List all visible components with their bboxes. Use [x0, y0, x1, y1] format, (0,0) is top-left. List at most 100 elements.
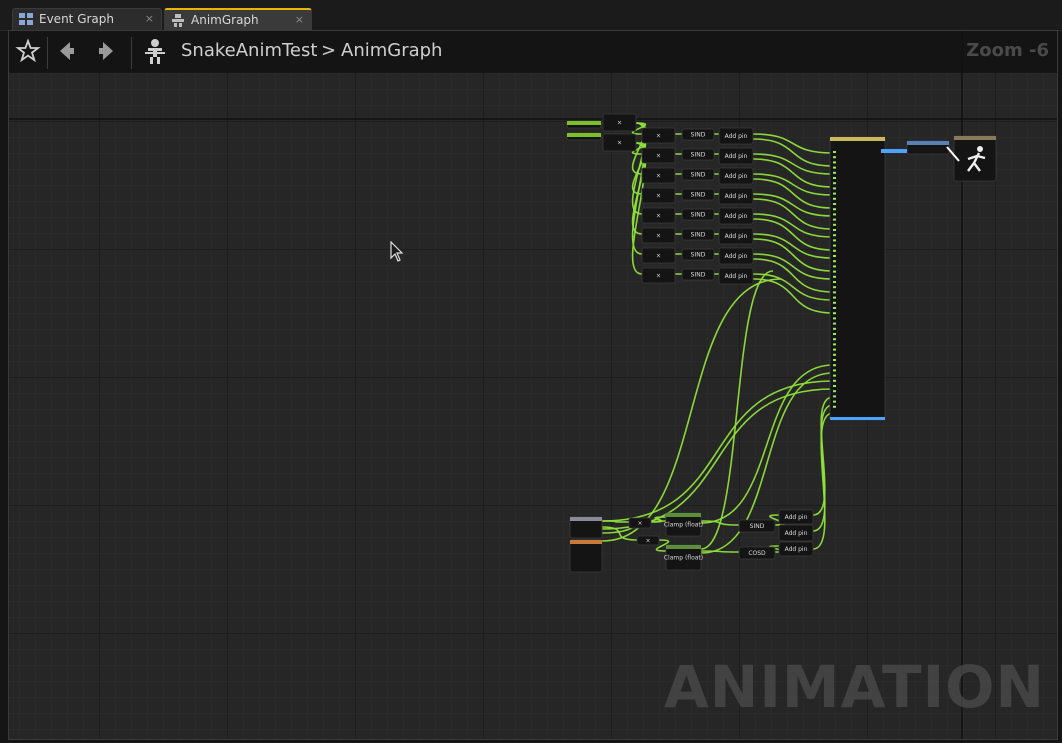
bone-blend-node[interactable] [829, 136, 886, 421]
sin-node[interactable]: SIND [738, 519, 776, 533]
input-pin[interactable] [833, 156, 836, 159]
input-pin[interactable] [833, 255, 836, 257]
add-pin-node[interactable]: Add pin [778, 541, 814, 557]
input-pin[interactable] [833, 208, 836, 211]
input-pin[interactable] [833, 223, 836, 226]
multiply-node[interactable]: × [641, 227, 676, 244]
input-pin[interactable] [833, 317, 836, 320]
graph-canvas[interactable]: × × × SIND Add pin × SIND Add pin × SIND Add pin × S… [9, 31, 1057, 739]
input-pin[interactable] [833, 353, 836, 356]
input-pin[interactable] [833, 234, 836, 237]
sin-node[interactable]: SIND [681, 128, 715, 141]
input-pin[interactable] [833, 171, 836, 174]
input-pin[interactable] [833, 338, 836, 341]
input-pin[interactable] [833, 218, 836, 221]
input-pin[interactable] [833, 286, 836, 289]
component-to-local-node[interactable] [906, 140, 950, 155]
multiply-node[interactable]: × [628, 517, 652, 529]
input-pin[interactable] [833, 379, 836, 382]
sin-node[interactable]: SIND [681, 148, 715, 161]
add-pin-node[interactable]: Add pin [718, 127, 754, 145]
pose-link[interactable] [881, 149, 907, 153]
close-icon[interactable]: × [295, 13, 304, 26]
clamp-node[interactable]: Clamp (float) [664, 544, 703, 571]
curve-input-node-body[interactable] [569, 539, 603, 573]
bone-blend-node-body[interactable] [829, 136, 886, 421]
breadcrumb-graph[interactable]: AnimGraph [341, 40, 442, 61]
component-to-local-node-header[interactable] [907, 141, 949, 145]
sin-node[interactable]: SIND [681, 188, 715, 201]
input-pin[interactable] [833, 312, 836, 315]
input-pin[interactable] [833, 333, 836, 335]
input-pin[interactable] [833, 395, 836, 398]
sin-node[interactable]: SIND [681, 208, 715, 221]
input-pin[interactable] [833, 249, 836, 252]
forward-arrow-icon[interactable] [93, 37, 121, 65]
input-pin[interactable] [833, 291, 836, 294]
add-pin-node[interactable]: Add pin [718, 167, 754, 185]
sin-node[interactable]: SIND [681, 228, 715, 241]
input-pin[interactable] [833, 281, 836, 283]
input-pin[interactable] [833, 270, 836, 273]
input-pin[interactable] [833, 364, 836, 367]
clamp-node[interactable]: Clamp (float) [664, 512, 703, 537]
add-pin-node[interactable]: Add pin [718, 187, 754, 205]
input-pin[interactable] [833, 343, 836, 346]
curve-input-node[interactable] [569, 516, 603, 539]
variable-node-header[interactable] [567, 121, 601, 125]
multiply-node[interactable]: × [641, 247, 676, 264]
multiply-node[interactable]: × [641, 147, 676, 164]
input-pin[interactable] [833, 213, 836, 216]
multiply-node[interactable]: × [641, 207, 676, 224]
input-pin[interactable] [833, 239, 836, 242]
add-pin-node[interactable]: Add pin [718, 267, 754, 285]
input-pin[interactable] [833, 182, 836, 185]
input-pin[interactable] [833, 301, 836, 304]
curve-input-node-header[interactable] [570, 540, 602, 544]
multiply-node[interactable]: × [641, 167, 676, 184]
input-pin[interactable] [833, 192, 836, 195]
input-pin[interactable] [833, 400, 836, 403]
multiply-node[interactable]: × [641, 127, 676, 144]
variable-node[interactable] [566, 132, 602, 141]
input-pin[interactable] [833, 369, 836, 372]
input-pin[interactable] [833, 374, 836, 377]
add-pin-node[interactable]: Add pin [778, 524, 814, 542]
curve-input-node[interactable] [569, 539, 603, 573]
input-pin[interactable] [833, 307, 836, 309]
cos-node[interactable]: COSD [738, 546, 776, 560]
input-pin[interactable] [833, 244, 836, 247]
add-pin-node[interactable]: Add pin [718, 207, 754, 225]
input-pin[interactable] [833, 348, 836, 351]
figure-head[interactable] [977, 146, 983, 152]
sin-node[interactable]: SIND [681, 268, 715, 281]
input-pin[interactable] [833, 405, 836, 408]
output-pose-node-header[interactable] [954, 136, 996, 140]
blend-footer[interactable] [830, 417, 885, 420]
tab-event-graph[interactable]: Event Graph × [12, 8, 162, 30]
input-pin[interactable] [833, 390, 836, 393]
input-pin[interactable] [833, 275, 836, 278]
input-pin[interactable] [833, 187, 836, 190]
input-pin[interactable] [833, 327, 836, 330]
input-pin[interactable] [833, 359, 836, 361]
input-pin[interactable] [833, 197, 836, 200]
clamp-node-header[interactable] [666, 545, 701, 549]
multiply-node[interactable]: × [636, 535, 660, 546]
breadcrumb-asset[interactable]: SnakeAnimTest [181, 40, 317, 61]
input-pin[interactable] [833, 322, 836, 325]
add-pin-node[interactable]: Add pin [718, 247, 754, 265]
back-arrow-icon[interactable] [52, 37, 80, 65]
input-pin[interactable] [833, 260, 836, 263]
star-icon[interactable] [14, 37, 42, 65]
input-pin[interactable] [833, 385, 836, 387]
sin-node[interactable]: SIND [681, 248, 715, 261]
variable-node-header[interactable] [567, 133, 601, 137]
sin-node[interactable]: SIND [681, 168, 715, 181]
input-pin[interactable] [833, 177, 836, 179]
input-pin[interactable] [833, 229, 836, 231]
close-icon[interactable]: × [145, 12, 154, 25]
add-pin-node[interactable]: Add pin [718, 147, 754, 165]
bone-blend-node-header[interactable] [830, 137, 885, 141]
multiply-node[interactable]: × [602, 133, 637, 152]
